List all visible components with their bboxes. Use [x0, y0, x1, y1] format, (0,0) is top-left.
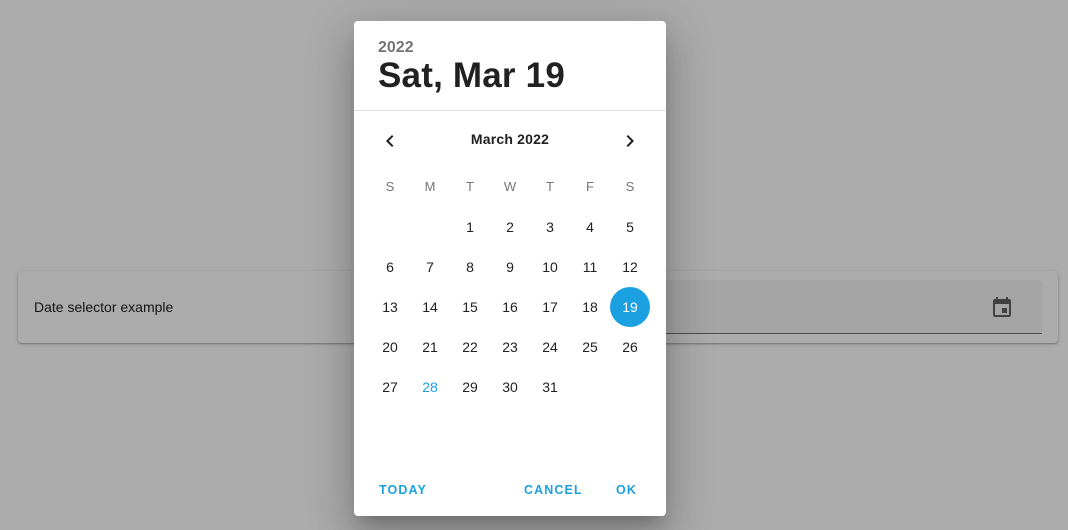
weekday-label: S	[625, 179, 635, 194]
day-10[interactable]: 10	[530, 247, 570, 287]
today-button[interactable]: TODAY	[371, 472, 435, 508]
date-picker-dialog: 2022 Sat, Mar 19 March 2022 SMTWTFS 1234…	[354, 21, 666, 516]
empty-day-cell	[370, 207, 410, 247]
next-month-button[interactable]	[616, 127, 644, 155]
day-7[interactable]: 7	[410, 247, 450, 287]
day-25[interactable]: 25	[570, 327, 610, 367]
day-14[interactable]: 14	[410, 287, 450, 327]
weekday-label: T	[546, 179, 554, 194]
day-26[interactable]: 26	[610, 327, 650, 367]
chevron-right-icon	[626, 135, 634, 147]
month-navigation: March 2022	[354, 123, 666, 159]
day-30[interactable]: 30	[490, 367, 530, 407]
day-21[interactable]: 21	[410, 327, 450, 367]
day-17[interactable]: 17	[530, 287, 570, 327]
day-3[interactable]: 3	[530, 207, 570, 247]
dialog-header: 2022 Sat, Mar 19	[354, 21, 666, 111]
day-20[interactable]: 20	[370, 327, 410, 367]
day-23[interactable]: 23	[490, 327, 530, 367]
header-year[interactable]: 2022	[378, 39, 642, 57]
day-15[interactable]: 15	[450, 287, 490, 327]
cancel-button[interactable]: CANCEL	[516, 472, 591, 508]
weekday-label: F	[586, 179, 594, 194]
ok-button[interactable]: OK	[608, 472, 645, 508]
day-24[interactable]: 24	[530, 327, 570, 367]
day-9[interactable]: 9	[490, 247, 530, 287]
weekday-label: M	[424, 179, 436, 194]
day-19[interactable]: 19	[610, 287, 650, 327]
day-22[interactable]: 22	[450, 327, 490, 367]
day-8[interactable]: 8	[450, 247, 490, 287]
day-6[interactable]: 6	[370, 247, 410, 287]
day-18[interactable]: 18	[570, 287, 610, 327]
dialog-actions: TODAY CANCEL OK	[354, 464, 666, 516]
day-27[interactable]: 27	[370, 367, 410, 407]
calendar-days-grid: 1 2 3 4 5 6 7 8 9 10 11 12 13 14 15 16 17 18 19 20 21 22 23 24 2…	[370, 207, 650, 407]
day-28[interactable]: 28	[410, 367, 450, 407]
weekday-header-row: SMTWTFS	[370, 177, 650, 197]
weekday-label: T	[466, 179, 474, 194]
header-selected-date: Sat, Mar 19	[378, 56, 566, 95]
day-12[interactable]: 12	[610, 247, 650, 287]
day-1[interactable]: 1	[450, 207, 490, 247]
day-31[interactable]: 31	[530, 367, 570, 407]
day-4[interactable]: 4	[570, 207, 610, 247]
empty-day-cell	[410, 207, 450, 247]
day-5[interactable]: 5	[610, 207, 650, 247]
day-11[interactable]: 11	[570, 247, 610, 287]
day-2[interactable]: 2	[490, 207, 530, 247]
weekday-label: W	[503, 179, 517, 194]
day-16[interactable]: 16	[490, 287, 530, 327]
day-13[interactable]: 13	[370, 287, 410, 327]
day-29[interactable]: 29	[450, 367, 490, 407]
weekday-label: S	[385, 179, 395, 194]
